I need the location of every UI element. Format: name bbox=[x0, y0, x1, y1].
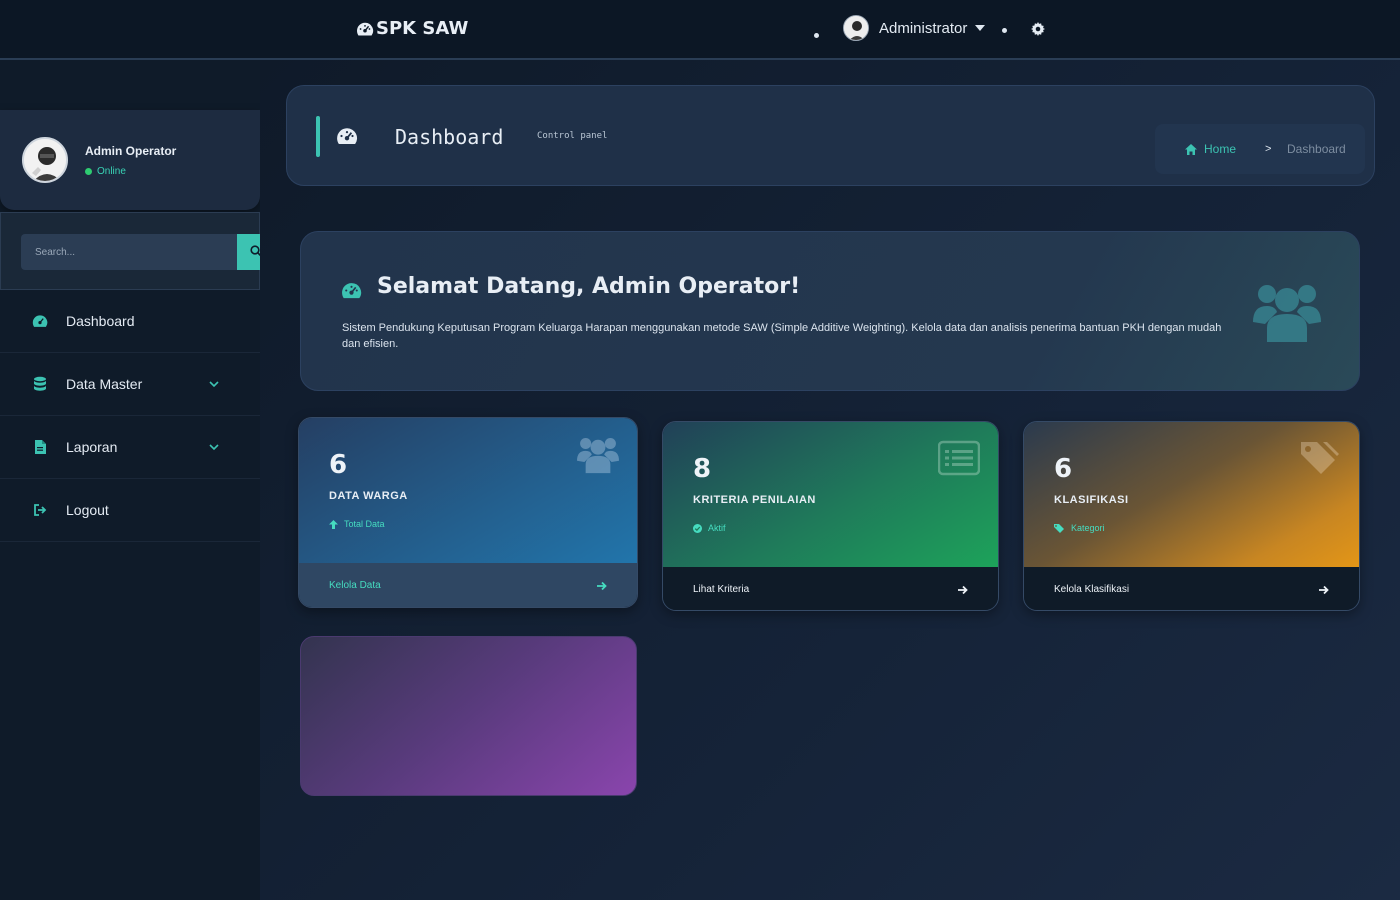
users-icon bbox=[577, 437, 619, 474]
breadcrumb-home-label: Home bbox=[1204, 142, 1237, 156]
breadcrumb-home[interactable]: Home bbox=[1185, 142, 1236, 156]
page-title: Dashboard bbox=[395, 125, 504, 149]
tags-icon bbox=[1301, 442, 1339, 474]
stat-value: 6 bbox=[329, 450, 348, 480]
status-badge: Online bbox=[85, 166, 126, 177]
database-icon bbox=[34, 376, 46, 391]
nav-username: Administrator bbox=[879, 19, 968, 37]
arrow-right-icon bbox=[1319, 585, 1329, 594]
search-button[interactable] bbox=[237, 234, 262, 270]
caret-down-icon bbox=[975, 25, 986, 31]
dashboard-icon bbox=[357, 22, 374, 35]
avatar bbox=[843, 15, 869, 41]
arrow-up-icon bbox=[329, 519, 338, 529]
stat-meta: Aktif bbox=[693, 523, 726, 533]
kelola-klasifikasi-link[interactable]: Kelola Klasifikasi bbox=[1024, 567, 1359, 610]
kelola-data-link[interactable]: Kelola Data bbox=[299, 563, 637, 607]
stat-label: DATA WARGA bbox=[329, 490, 408, 502]
stat-card-kriteria: 8 KRITERIA PENILAIAN Aktif Lihat Kriteri… bbox=[662, 421, 999, 611]
check-circle-icon bbox=[693, 523, 702, 533]
file-icon bbox=[35, 440, 46, 454]
dashboard-icon bbox=[342, 283, 362, 299]
stat-value: 8 bbox=[693, 454, 712, 484]
stat-footer-label: Kelola Klasifikasi bbox=[1054, 584, 1130, 595]
users-icon bbox=[1253, 285, 1321, 342]
breadcrumb-current: Dashboard bbox=[1287, 142, 1346, 156]
stat-meta-text: Total Data bbox=[344, 519, 385, 529]
stat-card-klasifikasi: 6 KLASIFIKASI Kategori Kelola Klasifikas… bbox=[1023, 421, 1360, 611]
arrow-right-icon bbox=[597, 581, 607, 590]
welcome-text: Sistem Pendukung Keputusan Program Kelua… bbox=[342, 322, 1222, 350]
stat-meta: Kategori bbox=[1054, 523, 1105, 533]
sidebar-item-laporan[interactable]: Laporan bbox=[0, 416, 260, 479]
stat-label: KLASIFIKASI bbox=[1054, 494, 1129, 506]
main-content: Dashboard Control panel Home > Dashboard… bbox=[260, 60, 1400, 900]
dashboard-icon bbox=[32, 315, 48, 327]
welcome-card: Selamat Datang, Admin Operator! Sistem P… bbox=[300, 231, 1360, 391]
tags-icon bbox=[1054, 523, 1064, 533]
sidebar-menu: Dashboard Data Master Laporan Logout bbox=[0, 290, 260, 542]
stat-value: 6 bbox=[1054, 454, 1073, 484]
search-input[interactable] bbox=[21, 234, 237, 270]
lihat-kriteria-link[interactable]: Lihat Kriteria bbox=[663, 567, 998, 610]
sidebar-item-dashboard[interactable]: Dashboard bbox=[0, 290, 260, 353]
stat-meta: Total Data bbox=[329, 519, 385, 529]
breadcrumb: Home > Dashboard bbox=[1155, 124, 1365, 174]
stat-footer-label: Kelola Data bbox=[329, 580, 381, 591]
stat-card-data-warga: 6 DATA WARGA Total Data Kelola Data bbox=[298, 417, 638, 608]
stat-card-body: 8 KRITERIA PENILAIAN Aktif bbox=[663, 422, 998, 567]
welcome-title: Selamat Datang, Admin Operator! bbox=[377, 274, 801, 299]
sidebar: Admin Operator Online Dashboard bbox=[0, 60, 262, 900]
stat-meta-text: Aktif bbox=[708, 523, 726, 533]
content-header: Dashboard Control panel Home > Dashboard bbox=[286, 85, 1375, 186]
notification-dot[interactable] bbox=[814, 33, 819, 38]
sidebar-search bbox=[0, 212, 262, 290]
stat-card-purple bbox=[300, 636, 637, 796]
sidebar-item-label: Laporan bbox=[66, 439, 118, 455]
user-panel: Admin Operator Online bbox=[0, 110, 260, 210]
user-menu[interactable]: Administrator bbox=[843, 15, 986, 41]
header-accent-bar bbox=[316, 116, 320, 157]
brand-logo[interactable]: SPK SAW bbox=[356, 18, 468, 39]
sidebar-item-data-master[interactable]: Data Master bbox=[0, 353, 260, 416]
stat-meta-text: Kategori bbox=[1071, 523, 1105, 533]
chevron-down-icon bbox=[209, 381, 219, 388]
list-icon bbox=[938, 440, 980, 476]
gear-icon[interactable] bbox=[1031, 22, 1045, 36]
brand-name: SPK SAW bbox=[376, 18, 469, 39]
user-name: Admin Operator bbox=[85, 144, 177, 158]
home-icon bbox=[1185, 143, 1197, 155]
dashboard-icon bbox=[337, 128, 358, 145]
status-text: Online bbox=[97, 166, 126, 177]
top-navbar: SPK SAW Administrator bbox=[0, 0, 1400, 60]
online-dot-icon bbox=[85, 168, 92, 175]
menu-dot[interactable] bbox=[1002, 28, 1007, 33]
sidebar-item-label: Logout bbox=[66, 502, 109, 518]
page-subtitle: Control panel bbox=[537, 131, 608, 141]
avatar bbox=[22, 137, 68, 183]
arrow-right-icon bbox=[958, 585, 968, 594]
logout-icon bbox=[34, 504, 47, 516]
stat-footer-label: Lihat Kriteria bbox=[693, 584, 750, 595]
sidebar-item-logout[interactable]: Logout bbox=[0, 479, 260, 542]
stat-label: KRITERIA PENILAIAN bbox=[693, 494, 816, 506]
sidebar-item-label: Dashboard bbox=[66, 313, 135, 329]
sidebar-item-label: Data Master bbox=[66, 376, 143, 392]
stat-card-body: 6 KLASIFIKASI Kategori bbox=[1024, 422, 1359, 567]
chevron-down-icon bbox=[209, 444, 219, 451]
breadcrumb-separator: > bbox=[1265, 143, 1272, 155]
stat-card-body: 6 DATA WARGA Total Data bbox=[299, 418, 637, 563]
